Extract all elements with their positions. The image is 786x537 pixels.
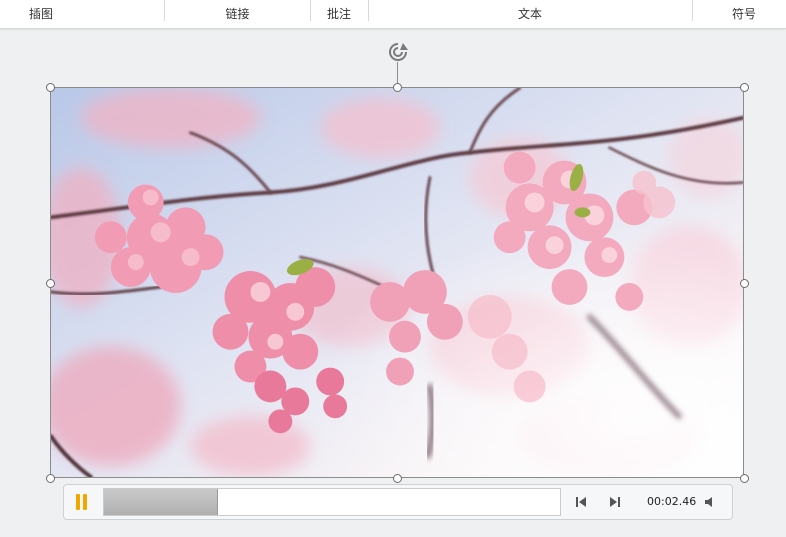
ribbon-group-links[interactable]: 链接 [164, 0, 311, 28]
resize-handle-bottom-right[interactable] [740, 474, 749, 483]
skip-forward-icon[interactable] [609, 495, 621, 509]
seek-bar[interactable] [103, 488, 561, 516]
video-media-frame[interactable] [50, 87, 744, 478]
resize-handle-right[interactable] [740, 279, 749, 288]
resize-handle-bottom-left[interactable] [46, 474, 55, 483]
volume-icon[interactable] [704, 495, 718, 509]
media-playback-controls: 00:02.46 [63, 484, 733, 520]
ribbon-group-text[interactable]: 文本 [368, 0, 692, 28]
cherry-blossom-photo [51, 88, 743, 477]
ribbon-group-illustrations[interactable]: 插图 [0, 0, 82, 28]
skip-back-icon[interactable] [575, 495, 587, 509]
resize-handle-top-right[interactable] [740, 83, 749, 92]
playback-time: 00:02.46 [647, 495, 697, 508]
resize-handle-left[interactable] [46, 279, 55, 288]
pause-icon [76, 494, 80, 510]
resize-handle-top-left[interactable] [46, 83, 55, 92]
rotate-handle-icon[interactable] [387, 41, 409, 63]
resize-handle-top[interactable] [393, 83, 402, 92]
resize-handle-bottom[interactable] [393, 474, 402, 483]
ribbon-group-symbols[interactable]: 符号 [692, 0, 786, 28]
ribbon-group-bar: 插图 链接 批注 文本 符号 [0, 0, 786, 29]
ribbon-group-comments[interactable]: 批注 [310, 0, 368, 28]
pause-button[interactable] [74, 493, 90, 511]
seek-bar-progress [104, 489, 218, 515]
